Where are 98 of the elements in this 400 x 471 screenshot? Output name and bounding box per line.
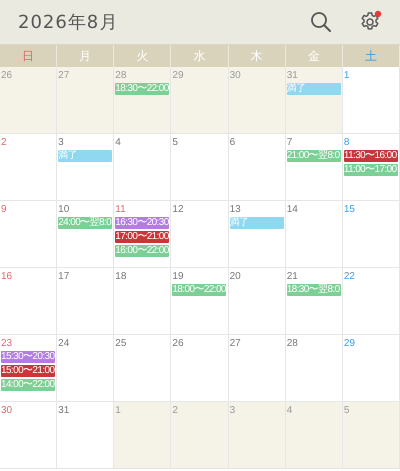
day-cell[interactable]: 5	[171, 134, 229, 200]
day-number: 10	[58, 204, 70, 215]
day-cell[interactable]: 3 満了	[57, 134, 114, 200]
event-chip[interactable]: 18:00〜22:00	[172, 284, 226, 296]
day-cell[interactable]: 17	[57, 268, 114, 334]
day-cell[interactable]: 1	[114, 402, 172, 468]
day-cell[interactable]: 28	[286, 335, 343, 401]
day-cell[interactable]: 2	[171, 402, 229, 468]
day-cell[interactable]: 18	[114, 268, 172, 334]
day-cell[interactable]: 30	[0, 402, 58, 468]
day-cell[interactable]: 29	[171, 67, 229, 133]
day-cell[interactable]: 30	[228, 67, 286, 133]
day-number: 30	[1, 405, 12, 416]
day-cell[interactable]: 25	[114, 335, 172, 401]
day-cell[interactable]: 12	[171, 201, 229, 267]
day-cell[interactable]: 5	[342, 402, 400, 468]
day-number: 30	[230, 70, 241, 81]
day-number: 11	[115, 204, 126, 215]
day-cell[interactable]: 2	[0, 134, 58, 200]
day-number: 17	[58, 271, 70, 282]
day-number: 18	[115, 271, 126, 282]
day-number: 2	[1, 137, 7, 148]
day-cell[interactable]: 4	[114, 134, 172, 200]
day-cell[interactable]: 9	[0, 201, 58, 267]
day-cell[interactable]: 21 18:30〜翌8:0	[286, 268, 343, 334]
day-number: 7	[286, 137, 292, 148]
day-cell[interactable]: 15	[342, 201, 400, 267]
event-chip[interactable]: 14:00〜22:00	[1, 379, 55, 391]
day-cell[interactable]: 24	[57, 335, 114, 401]
day-number: 16	[1, 271, 12, 282]
day-cell[interactable]: 10 24:00〜翌8:0	[57, 201, 114, 267]
day-cell[interactable]: 11 16:30〜20:30 17:00〜21:00 16:00〜22:00	[114, 201, 172, 267]
day-number: 9	[1, 204, 7, 215]
day-number: 25	[115, 338, 126, 349]
day-cell[interactable]: 20	[228, 268, 286, 334]
day-number: 5	[344, 405, 350, 416]
day-number: 31	[286, 70, 298, 81]
day-cell[interactable]: 23 15:30〜20:30 15:00〜21:00 14:00〜22:00	[0, 335, 58, 401]
event-chip[interactable]: 16:00〜22:00	[115, 245, 170, 257]
day-cell[interactable]: 29	[342, 335, 400, 401]
month-title: 2026年8月	[18, 11, 118, 34]
day-number: 23	[1, 338, 12, 349]
event-chip[interactable]: 11:00〜17:00	[344, 164, 398, 176]
event-chip[interactable]: 15:00〜21:00	[1, 365, 55, 377]
day-cell[interactable]: 27	[228, 335, 286, 401]
day-number: 19	[172, 271, 184, 282]
day-number: 27	[58, 70, 70, 81]
event-chip[interactable]: 15:30〜20:30	[1, 351, 55, 363]
day-number: 4	[115, 137, 121, 148]
day-number: 14	[286, 204, 298, 215]
day-number: 5	[172, 137, 178, 148]
search-icon[interactable]	[310, 11, 332, 33]
day-number: 29	[172, 70, 184, 81]
day-cell[interactable]: 31	[57, 402, 114, 468]
day-cell[interactable]: 26	[0, 67, 58, 133]
day-cell[interactable]: 6	[228, 134, 286, 200]
event-chip[interactable]: 21:00〜翌8:0	[286, 150, 341, 162]
day-cell[interactable]: 28 18:30〜22:00	[114, 67, 172, 133]
day-number: 21	[286, 271, 298, 282]
event-chip[interactable]: 11:30〜16:00	[344, 150, 398, 162]
day-number: 27	[230, 338, 241, 349]
day-number: 24	[58, 338, 70, 349]
day-cell[interactable]: 26	[171, 335, 229, 401]
day-cell[interactable]: 4	[286, 402, 343, 468]
day-cell[interactable]: 3	[228, 402, 286, 468]
day-cell[interactable]: 8 11:30〜16:00 11:00〜17:00	[342, 134, 400, 200]
day-number: 22	[344, 271, 355, 282]
day-number: 6	[230, 137, 236, 148]
day-cell[interactable]: 22	[342, 268, 400, 334]
event-chip[interactable]: 16:30〜20:30	[115, 217, 170, 229]
day-cell[interactable]: 1	[342, 67, 400, 133]
day-cell[interactable]: 13 満了	[228, 201, 286, 267]
day-cell[interactable]: 19 18:00〜22:00	[171, 268, 229, 334]
event-chip[interactable]: 17:00〜21:00	[115, 231, 170, 243]
day-number: 15	[344, 204, 355, 215]
event-chip[interactable]: 24:00〜翌8:0	[58, 217, 112, 229]
day-number: 28	[286, 338, 298, 349]
day-number: 13	[230, 204, 241, 215]
day-number: 8	[344, 137, 350, 148]
day-number: 1	[115, 405, 121, 416]
day-number: 3	[58, 137, 64, 148]
day-number: 20	[230, 271, 241, 282]
day-number: 2	[172, 405, 178, 416]
event-chip[interactable]: 18:30〜翌8:0	[286, 284, 341, 296]
day-cell[interactable]: 16	[0, 268, 58, 334]
day-number: 28	[115, 70, 126, 81]
day-cell[interactable]: 27	[57, 67, 114, 133]
day-number: 29	[344, 338, 355, 349]
day-number: 12	[172, 204, 184, 215]
day-number: 1	[344, 70, 350, 81]
day-number: 26	[172, 338, 184, 349]
day-number: 31	[58, 405, 70, 416]
day-cell[interactable]: 14	[286, 201, 343, 267]
day-cell[interactable]: 7 21:00〜翌8:0	[286, 134, 343, 200]
day-number: 4	[286, 405, 292, 416]
day-number: 3	[230, 405, 236, 416]
day-number: 26	[1, 70, 12, 81]
event-chip[interactable]: 18:30〜22:00	[115, 83, 170, 95]
